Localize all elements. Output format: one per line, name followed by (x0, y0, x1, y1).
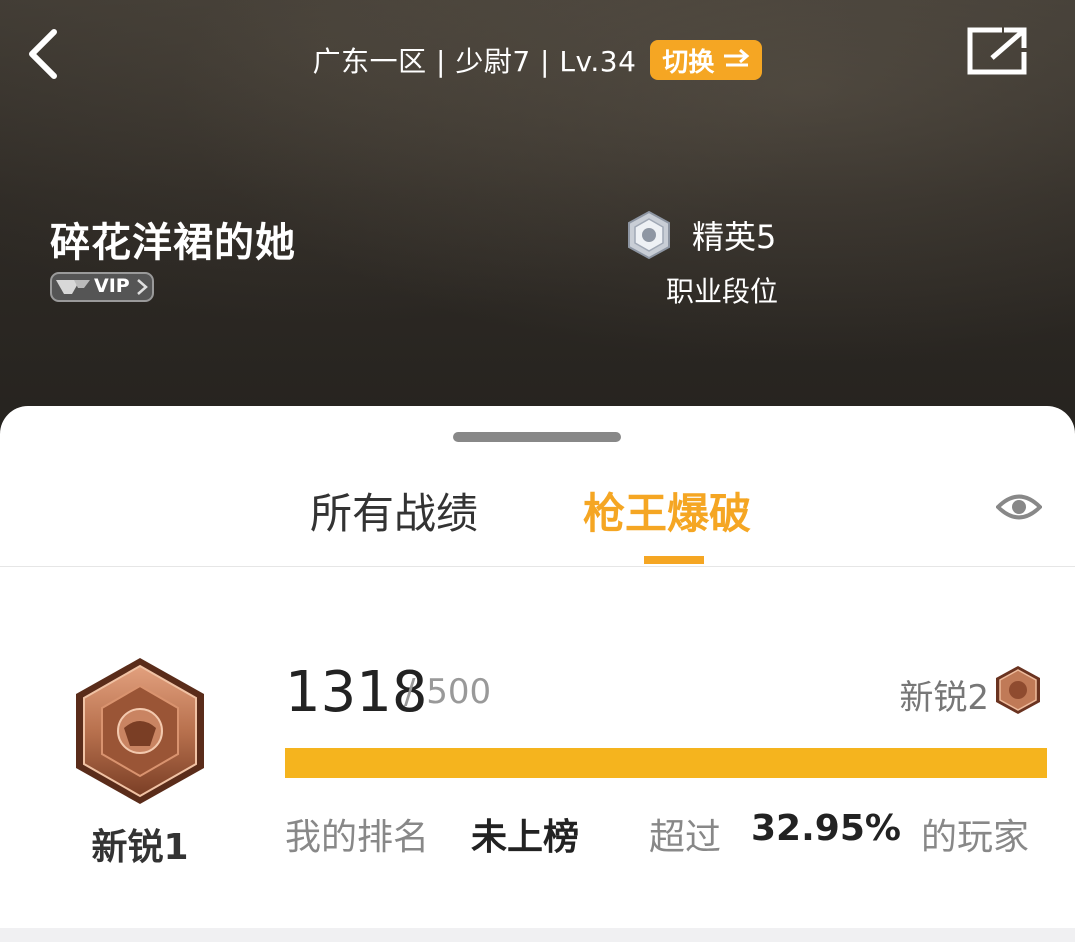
rank-progress-fill (285, 748, 1047, 778)
exceed-percentage: 32.95% (751, 808, 901, 849)
switch-button[interactable]: 切换 (650, 40, 763, 80)
rank-score-total: / 500 (404, 672, 492, 712)
exceed-suffix: 的玩家 (921, 817, 1030, 858)
rank-progress-bar (285, 748, 1047, 778)
profile-header: 广东一区 | 少尉7 | Lv.34 切换 碎花洋裙的她 VIP 精英5 职业段… (0, 0, 1075, 440)
current-rank-medal (72, 656, 208, 806)
bronze-medal-icon (76, 658, 204, 804)
player-name: 碎花洋裙的她 (50, 220, 296, 266)
tabs-divider (0, 566, 1075, 567)
share-button[interactable] (966, 26, 1030, 78)
tab-all-records[interactable]: 所有战绩 (310, 480, 478, 541)
vip-badge[interactable]: VIP (50, 272, 154, 304)
section-divider (0, 928, 1075, 942)
stats-sheet: 所有战绩 枪王爆破 新锐1 1318 / 500 新锐2 我的排名 未上榜 超过… (0, 406, 1075, 942)
current-rank-label: 新锐1 (91, 827, 189, 868)
my-rank-value: 未上榜 (471, 817, 580, 858)
server-info: 广东一区 | 少尉7 | Lv.34 (312, 45, 637, 78)
tab-gun-king-blast[interactable]: 枪王爆破 (583, 480, 751, 541)
next-rank-label: 新锐2 (899, 678, 989, 718)
active-tab-indicator (644, 556, 704, 564)
server-bar: 广东一区 | 少尉7 | Lv.34 切换 (0, 34, 1075, 86)
share-external-icon (967, 27, 1027, 75)
bronze-medal-small-icon (996, 666, 1040, 714)
vip-label: VIP (94, 275, 130, 297)
next-rank-icon (994, 664, 1042, 716)
career-rank-icon (626, 210, 672, 260)
my-rank-label: 我的排名 (285, 817, 430, 858)
eye-icon (995, 494, 1043, 520)
exceed-label: 超过 (649, 817, 722, 858)
elite-rank-icon (628, 210, 670, 260)
career-rank-label: 职业段位 (666, 275, 779, 308)
visibility-toggle[interactable] (995, 490, 1043, 524)
stats-tabs: 所有战绩 枪王爆破 (0, 476, 1075, 566)
drag-handle[interactable] (453, 432, 621, 442)
switch-label: 切换 (662, 47, 715, 78)
ranking-row: 我的排名 未上榜 超过 32.95% 的玩家 (285, 808, 1047, 858)
career-rank-value: 精英5 (692, 218, 777, 256)
swap-arrows-icon (724, 48, 750, 67)
